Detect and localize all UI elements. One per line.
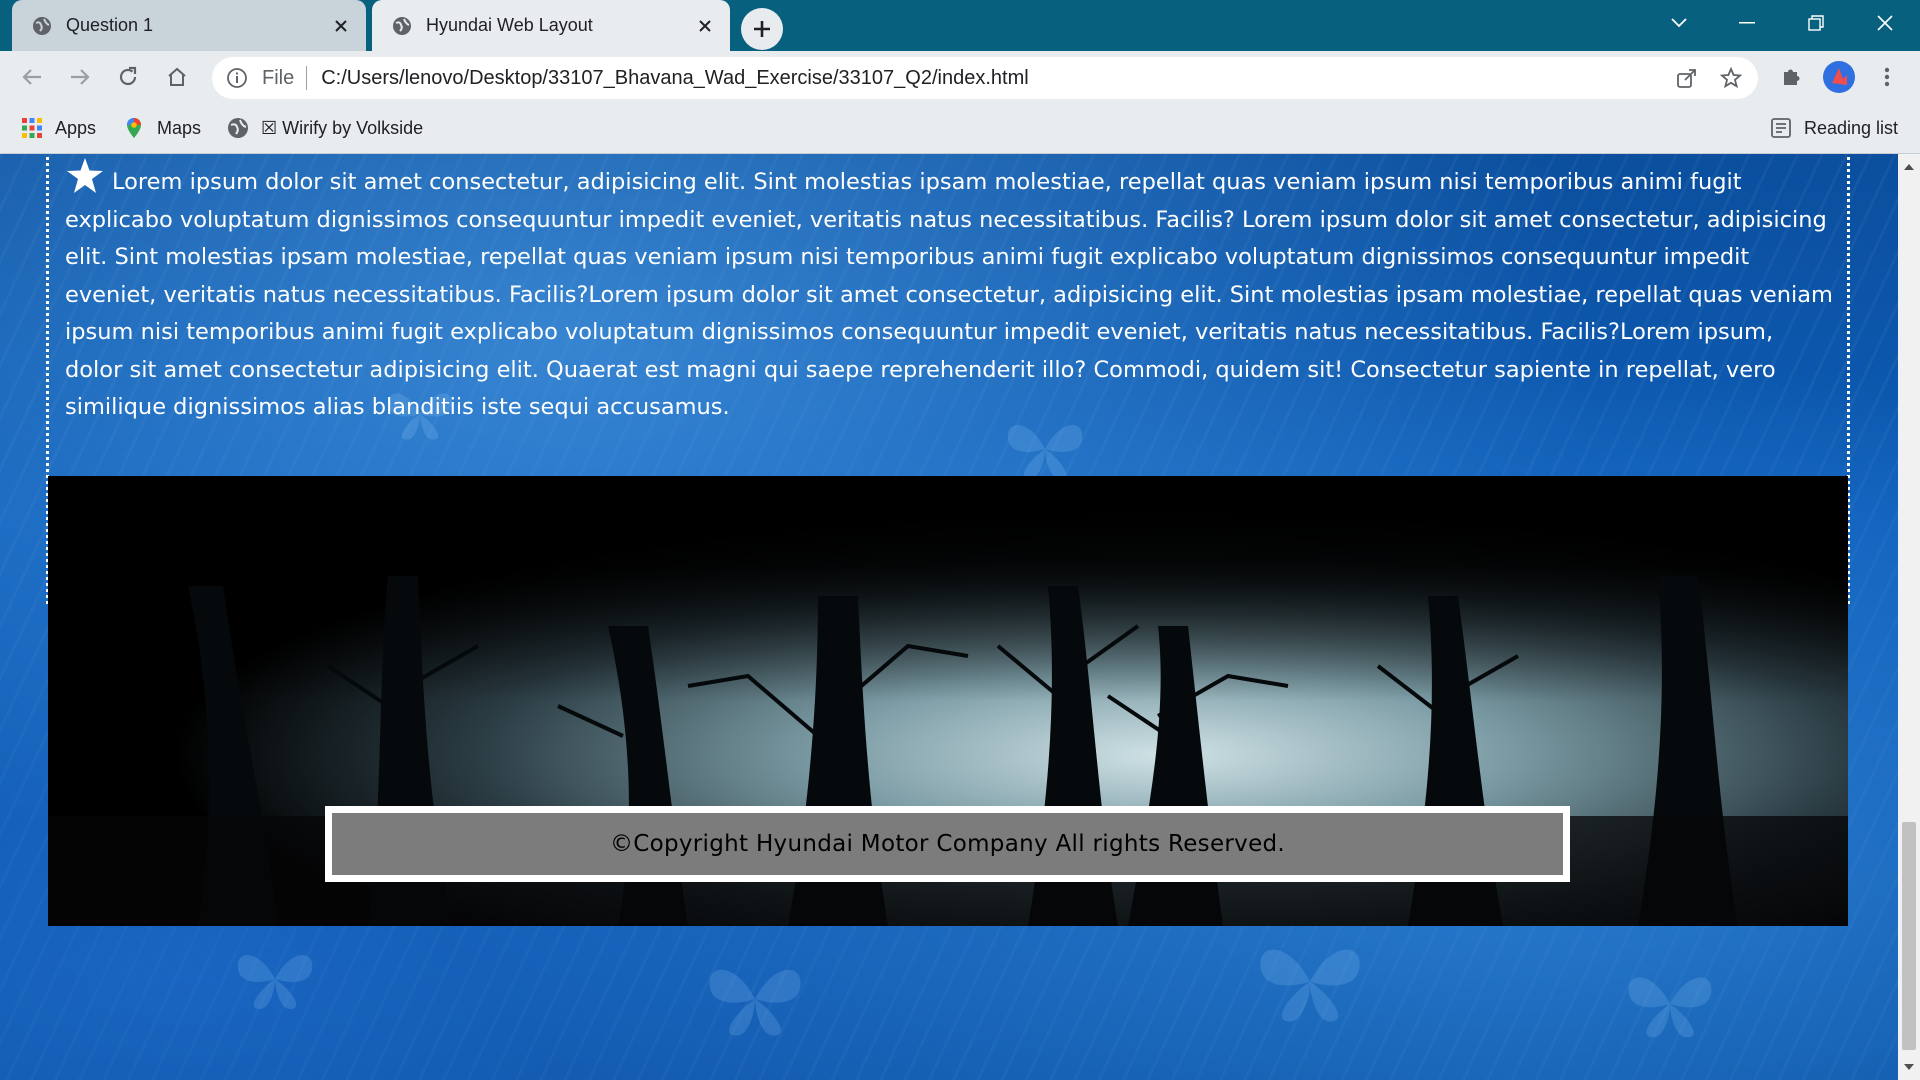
copyright-bar: ©Copyright Hyundai Motor Company All rig…: [325, 806, 1570, 882]
scroll-down-arrow[interactable]: [1898, 1058, 1920, 1076]
tab-hyundai-web-layout[interactable]: Hyundai Web Layout: [372, 0, 730, 51]
reading-list-button[interactable]: Reading list: [1770, 115, 1898, 141]
toolbar: File C:/Users/lenovo/Desktop/33107_Bhava…: [0, 51, 1920, 103]
puzzle-icon: [1784, 69, 1800, 85]
tab-strip: Question 1 Hyundai Web Layout: [0, 0, 1920, 51]
share-icon[interactable]: [1670, 61, 1704, 95]
bookmark-maps[interactable]: Maps: [123, 115, 201, 141]
reading-list-label: Reading list: [1804, 117, 1899, 138]
triangle-up-icon: [1904, 164, 1914, 170]
globe-icon: [393, 16, 411, 35]
maps-pin-icon: [127, 118, 141, 138]
divider: [306, 66, 308, 90]
close-icon: [1877, 15, 1893, 31]
url-text[interactable]: C:/Users/lenovo/Desktop/33107_Bhavana_Wa…: [321, 67, 1670, 90]
address-bar[interactable]: File C:/Users/lenovo/Desktop/33107_Bhava…: [212, 57, 1758, 99]
avatar: [1823, 61, 1855, 93]
arrow-right-icon: [71, 69, 90, 85]
copyright-text: ©Copyright Hyundai Motor Company All rig…: [609, 831, 1286, 857]
bookmark-label: Apps: [55, 117, 97, 138]
new-tab-button[interactable]: [741, 8, 783, 50]
bookmark-label: ☒ Wirify by Volkside: [261, 117, 424, 138]
reload-icon: [119, 66, 137, 86]
star-icon[interactable]: [1714, 61, 1748, 95]
butterfly-icon: [237, 955, 313, 1009]
extensions-button[interactable]: [1774, 60, 1808, 94]
menu-button[interactable]: [1870, 60, 1904, 94]
tab-question-1[interactable]: Question 1: [12, 0, 366, 51]
bookmark-label: Maps: [157, 117, 202, 138]
globe-icon: [33, 16, 51, 35]
tab-search-button[interactable]: [1657, 6, 1701, 40]
restore-icon: [1808, 15, 1824, 31]
back-button[interactable]: [15, 60, 49, 94]
scroll-up-arrow[interactable]: [1898, 158, 1920, 176]
forward-button[interactable]: [63, 60, 97, 94]
lorem-paragraph: Lorem ipsum dolor sit amet consectetur, …: [65, 169, 1833, 420]
close-icon[interactable]: [692, 13, 718, 39]
minimize-icon: [1739, 22, 1755, 24]
bookmark-apps[interactable]: Apps: [21, 115, 96, 141]
vertical-scrollbar[interactable]: [1898, 154, 1920, 1080]
profile-button[interactable]: [1822, 60, 1856, 94]
home-icon: [168, 67, 186, 86]
butterfly-icon: [1260, 949, 1360, 1022]
plus-icon: [754, 21, 770, 37]
tab-title: Hyundai Web Layout: [426, 15, 593, 35]
minimize-button[interactable]: [1725, 6, 1769, 40]
restore-button[interactable]: [1794, 6, 1838, 40]
butterfly-icon: [1628, 977, 1712, 1038]
bookmark-wirify[interactable]: ☒ Wirify by Volkside: [227, 115, 423, 141]
apps-grid-icon: [22, 118, 42, 138]
reload-button[interactable]: [111, 60, 145, 94]
globe-icon: [228, 118, 248, 138]
butterfly-icon: [709, 969, 801, 1036]
close-window-button[interactable]: [1863, 6, 1907, 40]
triangle-down-icon: [1904, 1064, 1914, 1070]
chevron-down-icon: [1671, 18, 1687, 28]
kebab-menu-icon: [1884, 67, 1890, 87]
reading-list-icon: [1771, 118, 1791, 138]
footer-section: ©Copyright Hyundai Motor Company All rig…: [48, 476, 1848, 926]
bookmarks-bar: Apps Maps ☒ Wirify by Volkside Reading l…: [0, 103, 1920, 154]
arrow-left-icon: [22, 69, 41, 85]
scrollbar-thumb[interactable]: [1902, 822, 1916, 1050]
close-icon[interactable]: [328, 13, 354, 39]
info-icon[interactable]: [226, 67, 248, 89]
url-scheme: File: [262, 66, 295, 89]
page-viewport: Lorem ipsum dolor sit amet consectetur, …: [0, 154, 1898, 1080]
home-button[interactable]: [160, 60, 194, 94]
tab-title: Question 1: [66, 15, 154, 35]
